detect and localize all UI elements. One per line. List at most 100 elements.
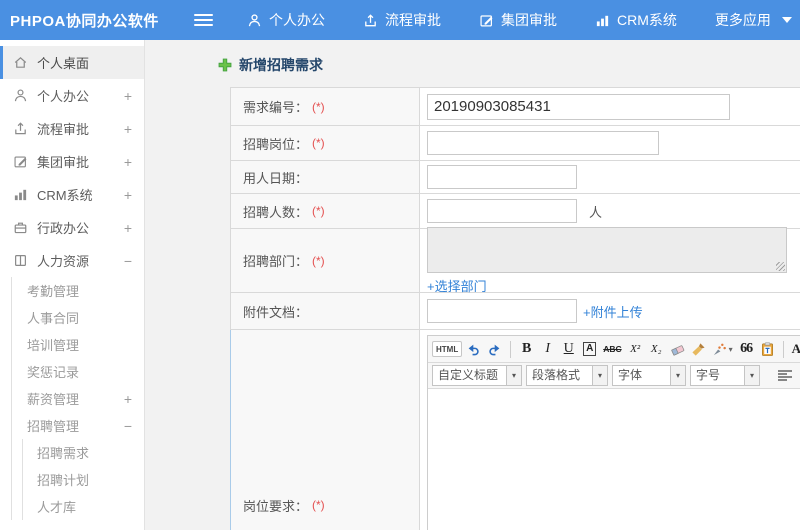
sidebar-subitem-recruit-plan[interactable]: 招聘计划 (23, 466, 144, 493)
sidebar-subitem-recruit-demand[interactable]: 招聘需求 (23, 439, 144, 466)
page-title: 新增招聘需求 (239, 57, 323, 73)
required-marker: (*) (312, 498, 325, 512)
blockquote-button[interactable]: 66 (737, 339, 756, 359)
format-painter-icon[interactable] (689, 339, 708, 359)
sidebar-subitem-attendance[interactable]: 考勤管理 (12, 277, 144, 304)
expand-toggle[interactable]: − (120, 253, 144, 269)
headcount-input[interactable] (427, 199, 577, 223)
expand-toggle[interactable]: − (120, 418, 144, 434)
field-label: 招聘人数： (243, 204, 309, 220)
required-marker: (*) (312, 136, 325, 150)
upload-icon (363, 13, 378, 28)
sidebar-label: 考勤管理 (27, 284, 80, 299)
page-title-row: 新增招聘需求 (218, 55, 800, 75)
font-size-dropdown[interactable]: 字号 ▾ (690, 365, 760, 386)
topnav-item-crm[interactable]: CRM系统 (595, 10, 677, 30)
form-row-requirement: 岗位要求： (*) HTML B I U A ABC X² X₂ ▾ 66 自定… (230, 330, 800, 530)
department-textarea[interactable] (427, 226, 787, 273)
topnav-label: 个人办公 (269, 12, 325, 28)
paragraph-format-dropdown[interactable]: 段落格式 ▾ (526, 365, 608, 386)
sidebar-label: 招聘管理 (27, 419, 80, 434)
bold-button[interactable]: B (517, 339, 536, 359)
undo-icon[interactable] (464, 339, 483, 359)
sidebar-item-workflow-approval[interactable]: 流程审批 + (0, 112, 144, 145)
form-row-attachment: 附件文档： +附件上传 (230, 293, 800, 330)
sidebar-item-crm[interactable]: CRM系统 + (0, 178, 144, 211)
caret-down-icon: ▾ (744, 366, 759, 385)
main-content: 新增招聘需求 需求编号： (*) 招聘岗位： (*) (145, 40, 800, 530)
top-header: PHPOA协同办公软件 个人办公 流程审批 集团审批 CRM系统 更多应用 (0, 0, 800, 40)
subscript-button[interactable]: X₂ (647, 339, 666, 359)
html-source-button[interactable]: HTML (432, 341, 463, 357)
field-label: 招聘岗位： (243, 136, 309, 152)
topnav-item-personal-office[interactable]: 个人办公 (247, 10, 325, 30)
select-department-link[interactable]: +选择部门 (427, 276, 487, 295)
attachment-input[interactable] (427, 299, 577, 323)
paste-icon[interactable] (758, 339, 777, 359)
form-row-date: 用人日期： (230, 161, 800, 194)
topnav-item-workflow-approval[interactable]: 流程审批 (363, 10, 441, 30)
hire-date-input[interactable] (427, 165, 577, 189)
align-left-icon[interactable] (774, 366, 796, 386)
topnav-item-group-approval[interactable]: 集团审批 (479, 10, 557, 30)
position-input[interactable] (427, 131, 659, 155)
editor-content[interactable] (428, 389, 800, 530)
editor-toolbar-row1: HTML B I U A ABC X² X₂ ▾ 66 (428, 336, 800, 363)
user-icon (247, 13, 262, 28)
italic-button[interactable]: I (538, 339, 557, 359)
sidebar-subitem-hr-contract[interactable]: 人事合同 (12, 304, 144, 331)
expand-toggle[interactable]: + (120, 391, 144, 407)
field-label: 招聘部门： (243, 254, 309, 269)
font-border-button[interactable]: A (580, 339, 599, 359)
expand-toggle[interactable]: + (120, 154, 144, 170)
demand-number-input[interactable] (427, 93, 730, 120)
expand-toggle[interactable]: + (120, 121, 144, 137)
resize-handle[interactable] (776, 261, 785, 271)
expand-toggle[interactable]: + (120, 88, 144, 104)
sidebar-label: 招聘计划 (37, 473, 90, 488)
expand-toggle[interactable]: + (120, 220, 144, 236)
sidebar-label: 集团审批 (37, 155, 90, 170)
sidebar-subitem-recruitment[interactable]: 招聘管理 − (12, 412, 144, 439)
topnav-item-more-apps[interactable]: 更多应用 (715, 10, 792, 30)
bar-chart-icon (595, 13, 610, 28)
toolbar-separator (510, 340, 512, 358)
menu-toggle-icon[interactable] (194, 14, 213, 26)
required-marker: (*) (312, 253, 325, 268)
underline-button[interactable]: U (559, 339, 578, 359)
sidebar-item-hr[interactable]: 人力资源 − (0, 244, 144, 277)
sidebar-item-admin-office[interactable]: 行政办公 + (0, 211, 144, 244)
sidebar-item-personal-desktop[interactable]: 个人桌面 (0, 46, 144, 79)
superscript-button[interactable]: X² (626, 339, 645, 359)
caret-down-icon: ▾ (592, 366, 607, 385)
custom-title-dropdown[interactable]: 自定义标题 ▾ (432, 365, 522, 386)
font-color-button[interactable]: A ▾ (790, 339, 800, 359)
sidebar-label: 培训管理 (27, 338, 80, 353)
caret-down-icon: ▾ (506, 366, 521, 385)
recruitment-submenu: 招聘需求 招聘计划 人才库 (22, 439, 144, 520)
eraser-icon[interactable] (668, 339, 687, 359)
topnav-label: 更多应用 (714, 12, 771, 28)
sidebar-subitem-rewards[interactable]: 奖惩记录 (12, 358, 144, 385)
attachment-upload-link[interactable]: +附件上传 (583, 302, 643, 321)
caret-down-icon: ▾ (670, 366, 685, 385)
sidebar-subitem-talent-pool[interactable]: 人才库 (23, 493, 144, 520)
redo-icon[interactable] (485, 339, 504, 359)
required-marker: (*) (312, 99, 325, 114)
sidebar-label: 流程审批 (37, 122, 90, 137)
strikethrough-button[interactable]: ABC (601, 339, 623, 359)
sidebar-item-personal-office[interactable]: 个人办公 + (0, 79, 144, 112)
font-family-dropdown[interactable]: 字体 ▾ (612, 365, 686, 386)
sidebar-label: 人力资源 (37, 254, 90, 269)
background-color-icon[interactable]: ▾ (710, 339, 735, 359)
recruitment-form: 需求编号： (*) 招聘岗位： (*) 用人日期 (230, 87, 800, 530)
sidebar-label: 个人办公 (37, 89, 90, 104)
bar-chart-icon (13, 187, 29, 203)
hr-submenu: 考勤管理 人事合同 培训管理 奖惩记录 薪资管理 + 招聘管理 − 招聘需求 招… (11, 277, 144, 520)
expand-toggle[interactable]: + (120, 187, 144, 203)
topnav-label: 流程审批 (385, 12, 441, 28)
sidebar-subitem-training[interactable]: 培训管理 (12, 331, 144, 358)
sidebar-subitem-salary[interactable]: 薪资管理 + (12, 385, 144, 412)
edit-square-icon (13, 154, 29, 170)
sidebar-item-group-approval[interactable]: 集团审批 + (0, 145, 144, 178)
